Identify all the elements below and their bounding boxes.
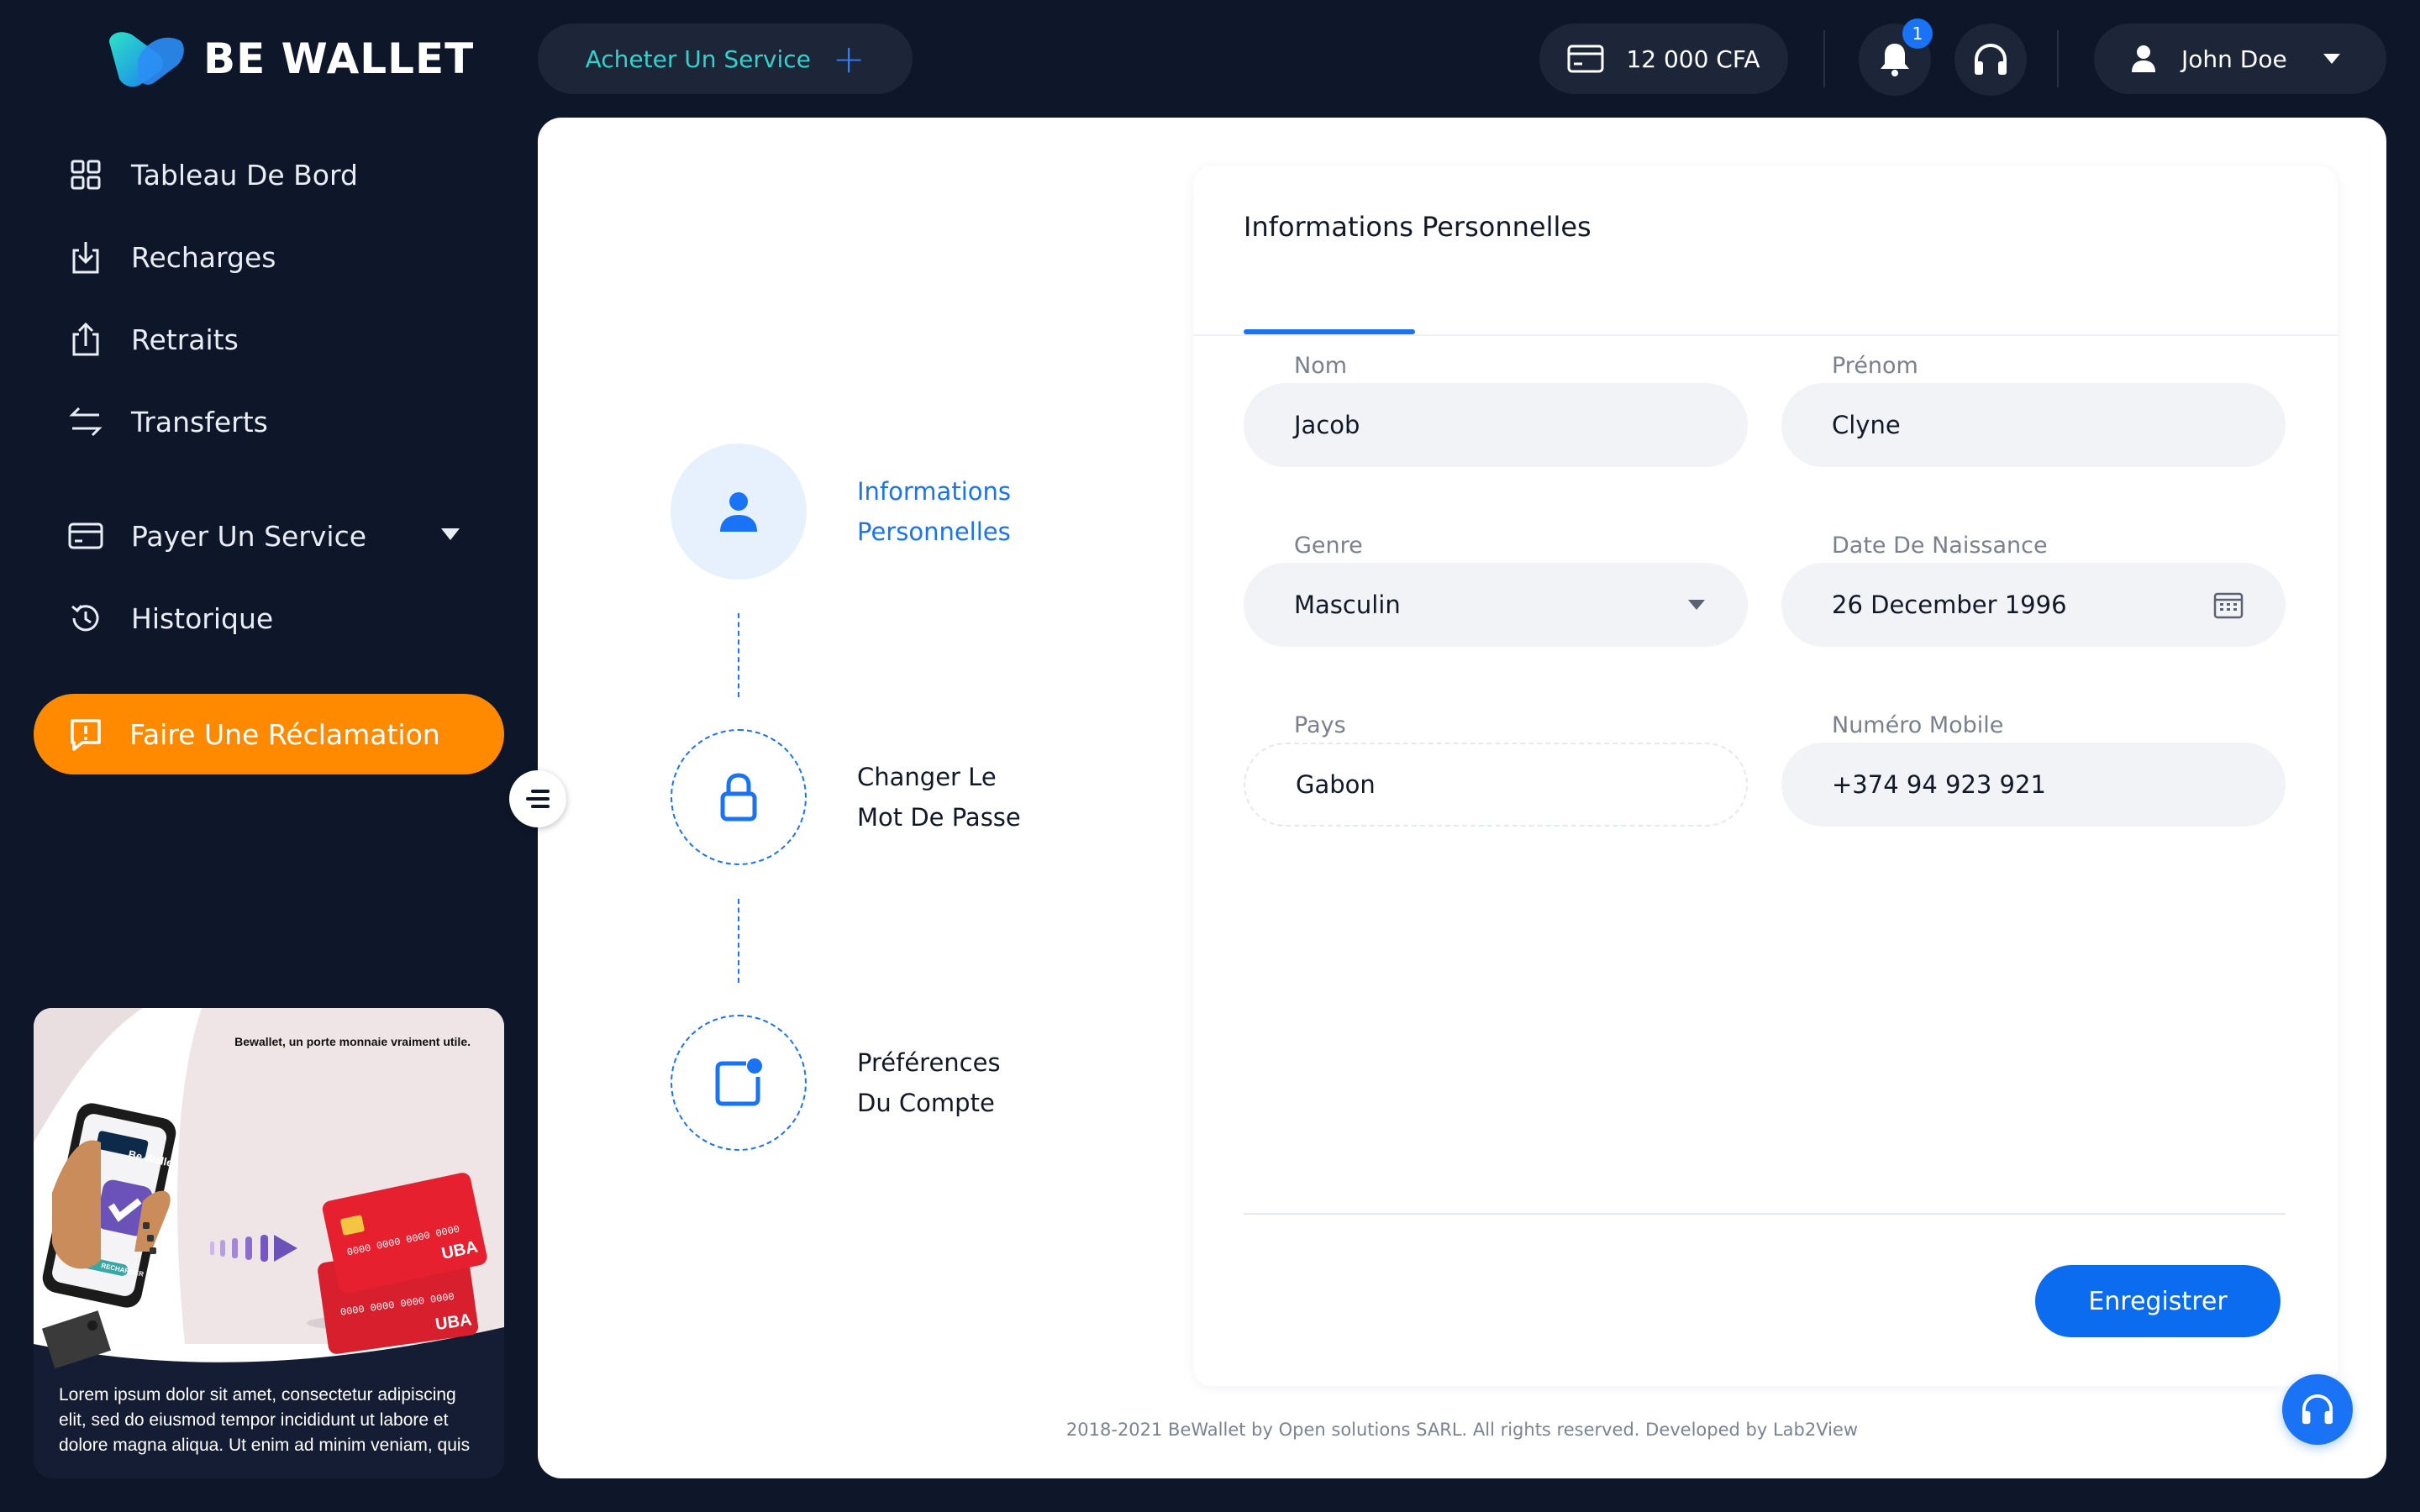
pays-value: Gabon	[1296, 770, 1376, 799]
alert-message-icon	[71, 719, 101, 751]
chevron-down-icon	[2323, 54, 2340, 64]
footer-text: 2018-2021 BeWallet by Open solutions SAR…	[1065, 1420, 1859, 1440]
card-icon	[68, 522, 103, 549]
step-connector	[738, 899, 739, 983]
floating-support-button[interactable]	[2282, 1374, 2353, 1445]
pays-label: Pays	[1294, 712, 1346, 738]
sidebar-item-recharges[interactable]: Recharges	[67, 239, 276, 276]
sidebar-item-label: Recharges	[131, 240, 276, 274]
calendar-icon[interactable]	[2213, 590, 2244, 620]
form-divider	[1244, 1213, 2286, 1215]
notifications-button[interactable]: 1	[1859, 18, 1933, 96]
step-circle	[671, 1015, 807, 1151]
balance-amount: 12 000 CFA	[1626, 45, 1760, 73]
sidebar-item-payer-service[interactable]: Payer Un Service	[67, 517, 366, 554]
promo-card[interactable]: Bewallet, un porte monnaie vraiment util…	[34, 1008, 504, 1478]
user-icon	[2132, 45, 2155, 72]
history-icon	[71, 605, 99, 632]
promo-illustration: Bewallet, un porte monnaie vraiment util…	[34, 1008, 504, 1369]
brand-logo[interactable]: BE WALLET	[104, 27, 474, 91]
main-panel: Informations Personnelles Changer Le Mot D…	[538, 118, 2386, 1478]
step-label: Préférences Du Compte	[857, 1048, 1001, 1117]
notification-badge: 1	[1902, 18, 1933, 49]
card-divider	[1193, 334, 2338, 336]
naissance-label: Date De Naissance	[1832, 533, 2048, 559]
support-button[interactable]	[1954, 24, 2027, 96]
promo-text: Lorem ipsum dolor sit amet, consectetur …	[59, 1385, 471, 1455]
save-button[interactable]: Enregistrer	[2035, 1265, 2281, 1337]
sidebar-item-label: Retraits	[131, 323, 239, 356]
pays-field[interactable]: Gabon	[1244, 743, 1748, 827]
step-account-preferences[interactable]: Préférences Du Compte	[671, 1015, 1076, 1151]
chevron-down-icon[interactable]	[440, 528, 460, 541]
headphones-icon	[1975, 43, 2007, 75]
naissance-value: 26 December 1996	[1832, 591, 2067, 619]
nom-value: Jacob	[1294, 411, 1360, 439]
personal-info-card: Informations Personnelles Nom Jacob Prén…	[1193, 166, 2338, 1386]
upload-icon	[72, 322, 99, 356]
sidebar-toggle-button[interactable]	[509, 770, 566, 827]
preferences-icon	[715, 1058, 762, 1106]
step-circle	[671, 729, 807, 865]
promo-headline: Bewallet, un porte monnaie vraiment util…	[234, 1035, 471, 1048]
step-label: Informations Personnelles	[857, 477, 1011, 546]
mobile-field[interactable]: +374 94 923 921	[1781, 743, 2286, 827]
user-name: John Doe	[2181, 45, 2287, 73]
prenom-label: Prénom	[1832, 353, 1918, 379]
brand-name: BE WALLET	[203, 34, 475, 83]
prenom-value: Clyne	[1832, 411, 1901, 439]
bell-icon	[1881, 44, 1909, 76]
sidebar-item-label: Tableau De Bord	[131, 158, 358, 192]
sidebar-item-transferts[interactable]: Transferts	[67, 403, 268, 440]
step-connector	[738, 613, 739, 697]
mobile-value: +374 94 923 921	[1832, 770, 2046, 799]
sidebar-item-label: Historique	[131, 601, 274, 635]
active-tab-indicator	[1244, 329, 1415, 334]
sidebar-item-retraits[interactable]: Retraits	[67, 321, 239, 358]
download-icon	[72, 242, 99, 274]
buy-service-button[interactable]: Acheter Un Service +	[538, 24, 913, 94]
step-change-password[interactable]: Changer Le Mot De Passe	[671, 729, 1076, 865]
lock-icon	[720, 773, 757, 822]
tab-personal-info[interactable]: Informations Personnelles	[1244, 202, 1591, 252]
step-label: Changer Le Mot De Passe	[857, 763, 1021, 832]
chevron-down-icon	[1688, 600, 1705, 610]
nom-label: Nom	[1294, 353, 1348, 379]
birthdate-field[interactable]: 26 December 1996	[1781, 563, 2286, 647]
user-icon	[720, 492, 757, 532]
sidebar-item-historique[interactable]: Historique	[67, 600, 273, 637]
sidebar-item-label: Transferts	[131, 405, 268, 438]
grid-icon	[71, 160, 101, 190]
header-divider	[1823, 30, 1825, 87]
genre-value: Masculin	[1294, 591, 1401, 619]
headphones-icon	[2302, 1394, 2333, 1425]
step-personal-info[interactable]: Informations Personnelles	[671, 444, 1076, 580]
sidebar-item-label: Payer Un Service	[131, 519, 367, 553]
card-icon	[1567, 45, 1604, 73]
transfer-arrows-icon	[69, 407, 103, 437]
prenom-field[interactable]: Clyne	[1781, 383, 2286, 467]
wallet-logo-icon	[109, 32, 184, 87]
claim-button[interactable]: Faire Une Réclamation	[34, 694, 504, 774]
nom-field[interactable]: Jacob	[1244, 383, 1748, 467]
menu-collapse-icon	[526, 790, 550, 808]
plus-icon: +	[832, 36, 865, 81]
step-circle	[671, 444, 807, 580]
buy-service-label: Acheter Un Service	[585, 45, 811, 73]
balance-display[interactable]: 12 000 CFA	[1539, 24, 1788, 94]
mobile-label: Numéro Mobile	[1832, 712, 2004, 738]
sidebar-item-dashboard[interactable]: Tableau De Bord	[67, 156, 358, 193]
header-divider	[2057, 30, 2059, 87]
claim-label: Faire Une Réclamation	[129, 717, 440, 751]
genre-label: Genre	[1294, 533, 1363, 559]
user-menu-button[interactable]: John Doe	[2094, 24, 2386, 94]
genre-select[interactable]: Masculin	[1244, 563, 1748, 647]
